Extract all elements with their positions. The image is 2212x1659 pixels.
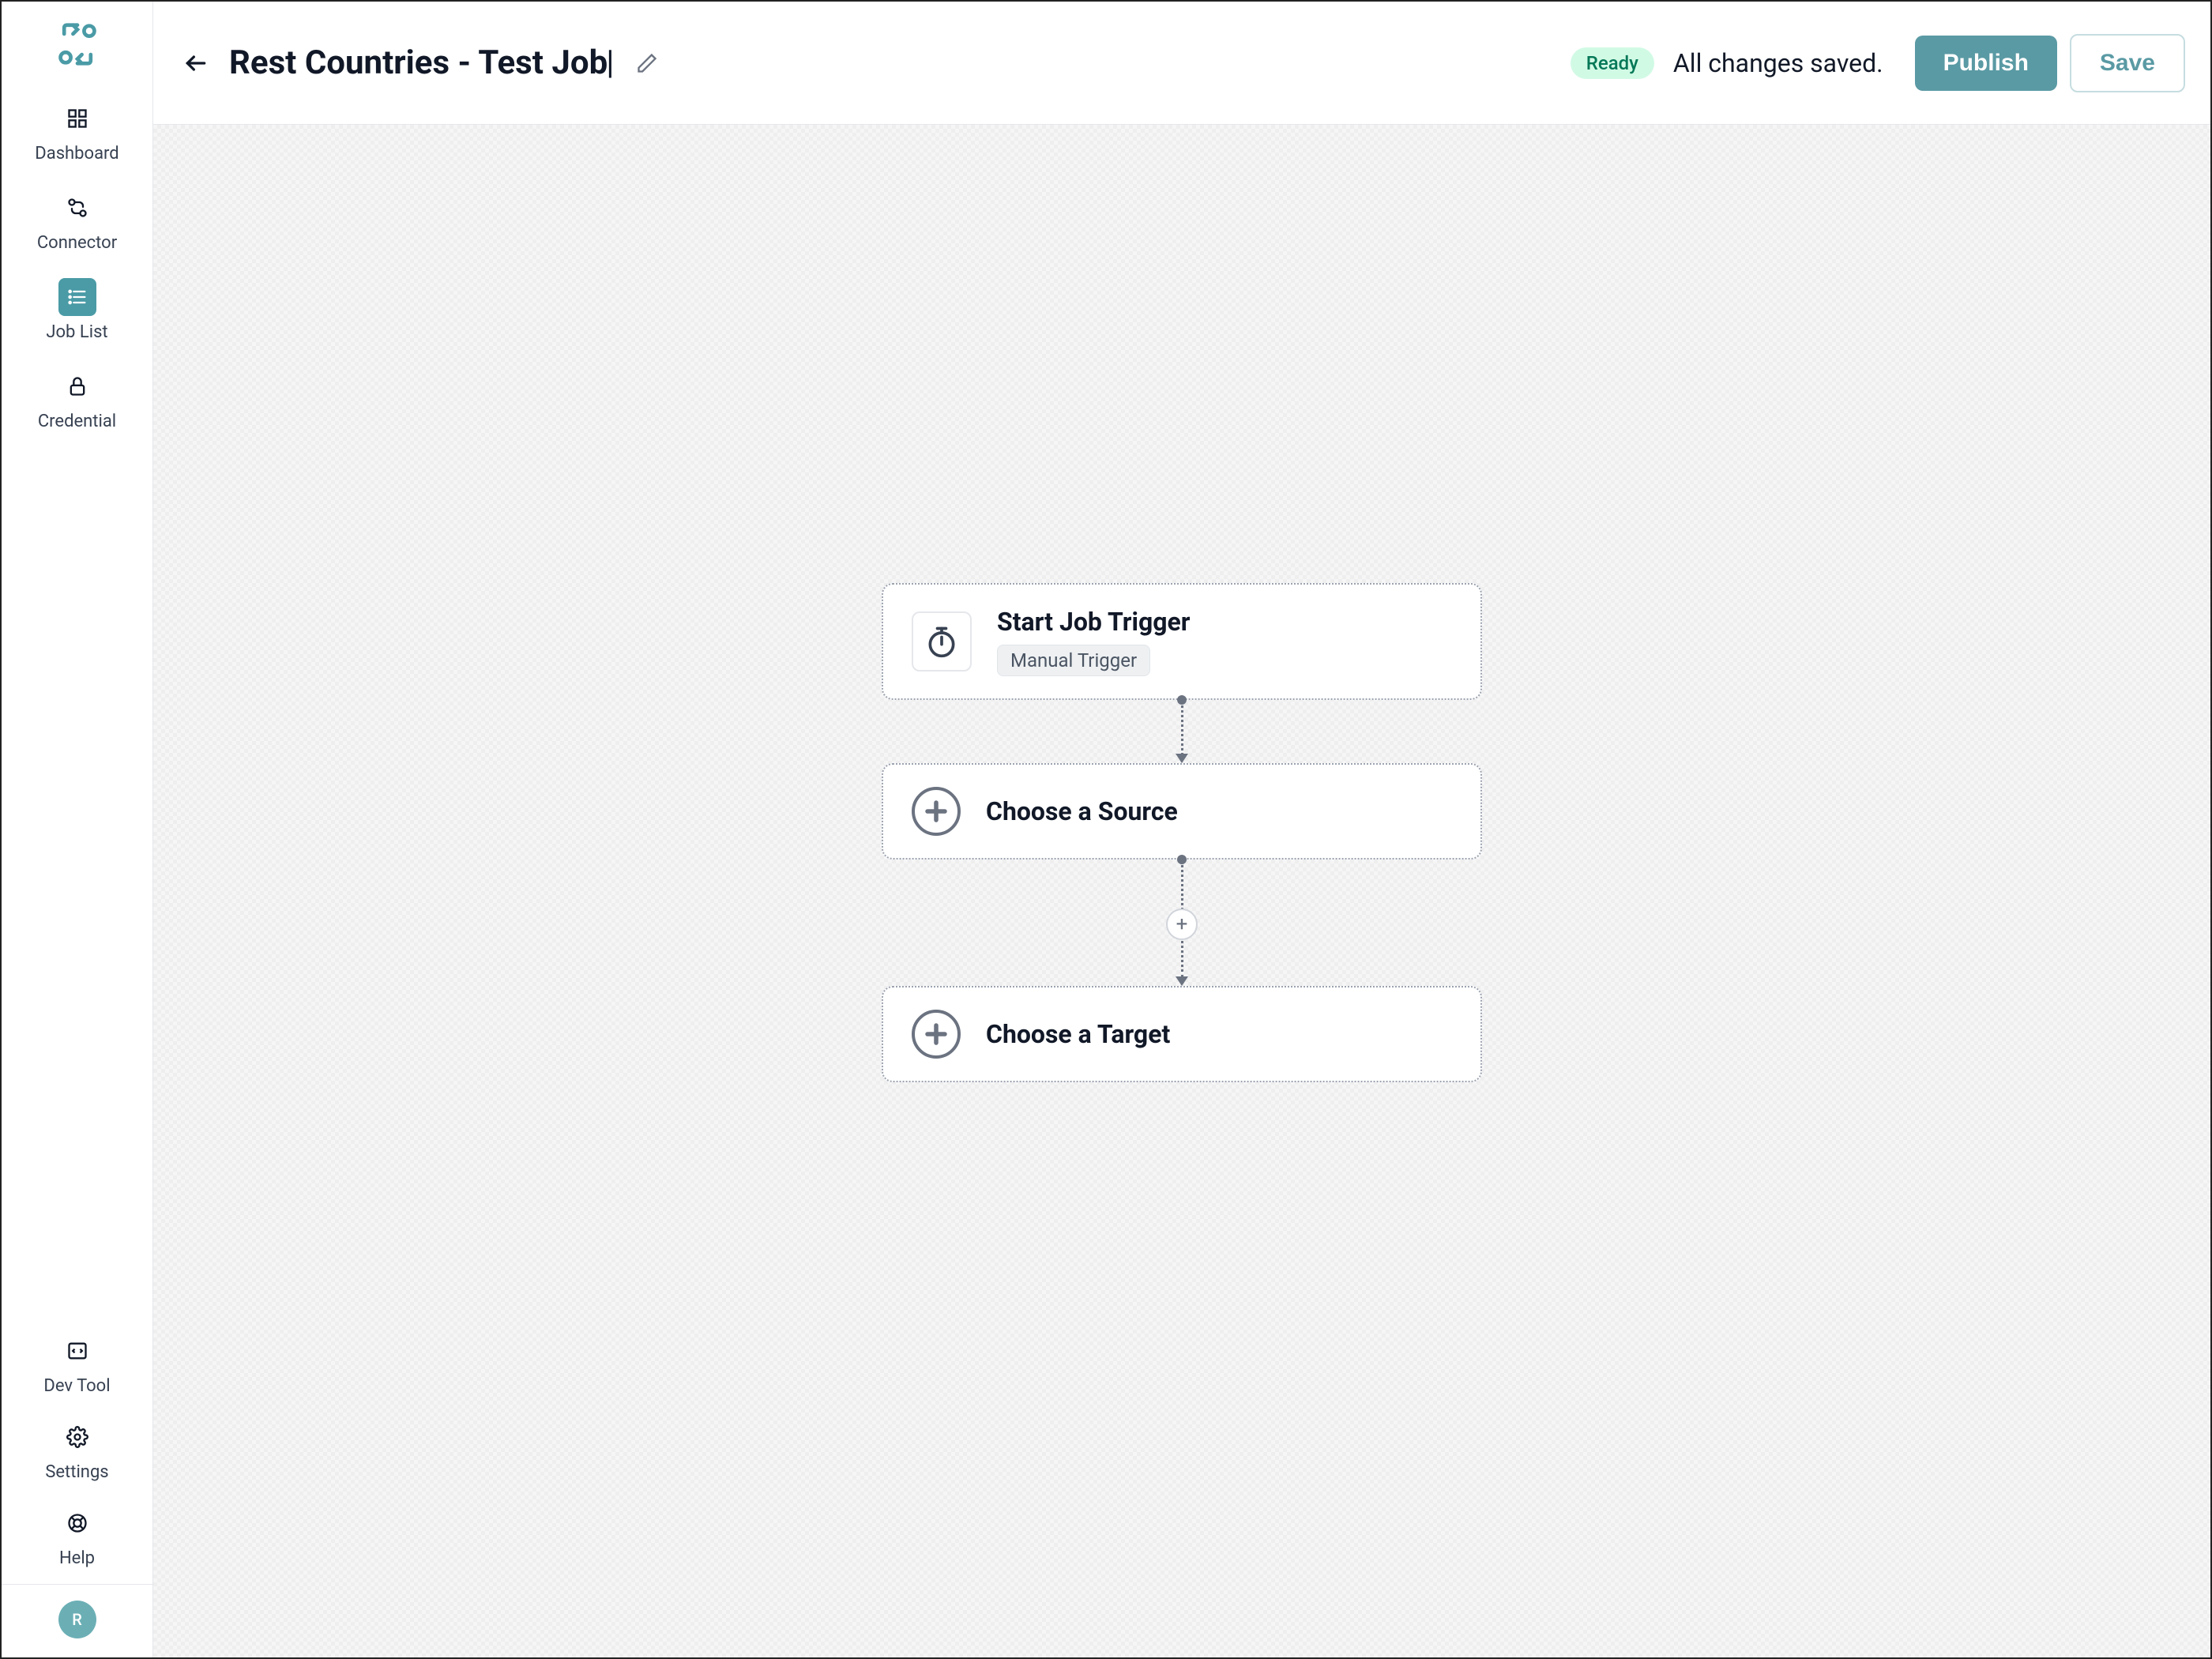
dashboard-icon xyxy=(58,100,96,137)
flow-node-target[interactable]: Choose a Target xyxy=(882,986,1482,1082)
node-tag: Manual Trigger xyxy=(997,645,1150,676)
sidebar-item-label: Connector xyxy=(37,233,117,253)
node-body: Choose a Source xyxy=(986,796,1178,826)
save-status: All changes saved. xyxy=(1673,48,1883,78)
sidebar-divider xyxy=(2,1584,152,1585)
sidebar-item-dashboard[interactable]: Dashboard xyxy=(2,100,152,164)
help-icon xyxy=(58,1504,96,1542)
nav-secondary: Dev Tool Settings Help xyxy=(2,1332,152,1568)
sidebar-item-settings[interactable]: Settings xyxy=(2,1418,152,1482)
sidebar-item-credential[interactable]: Credential xyxy=(2,367,152,431)
stopwatch-icon xyxy=(912,611,972,672)
sidebar-item-job-list[interactable]: Job List xyxy=(2,278,152,342)
sidebar: Dashboard Connector Job List xyxy=(2,2,153,1657)
sidebar-item-label: Help xyxy=(59,1548,95,1568)
edit-title-button[interactable] xyxy=(633,49,661,77)
plus-circle-icon xyxy=(912,787,961,836)
arrow-down-icon xyxy=(1176,754,1188,763)
title-cursor: | xyxy=(606,43,614,82)
sidebar-item-label: Job List xyxy=(46,322,107,342)
job-title-text: Rest Countries - Test Job xyxy=(229,43,608,82)
node-title: Start Job Trigger xyxy=(997,607,1191,637)
back-button[interactable] xyxy=(179,46,213,81)
sidebar-item-label: Credential xyxy=(38,412,116,431)
job-title[interactable]: Rest Countries - Test Job| xyxy=(229,43,614,82)
status-badge: Ready xyxy=(1571,47,1654,79)
arrow-left-icon xyxy=(183,51,209,76)
plus-circle-icon xyxy=(912,1010,961,1059)
sidebar-item-label: Settings xyxy=(45,1462,108,1482)
job-list-icon xyxy=(58,278,96,316)
node-title: Choose a Source xyxy=(986,796,1178,826)
publish-button[interactable]: Publish xyxy=(1915,36,2057,91)
sidebar-item-label: Dev Tool xyxy=(43,1376,110,1396)
sidebar-item-connector[interactable]: Connector xyxy=(2,189,152,253)
flow-connector xyxy=(1176,700,1188,763)
arrow-down-icon xyxy=(1176,976,1188,986)
flow-node-source[interactable]: Choose a Source xyxy=(882,763,1482,860)
sidebar-item-dev-tool[interactable]: Dev Tool xyxy=(2,1332,152,1396)
user-avatar[interactable]: R xyxy=(58,1601,96,1638)
app-logo xyxy=(54,21,101,68)
connector-dot-icon xyxy=(1177,855,1187,864)
topbar: Rest Countries - Test Job| Ready All cha… xyxy=(153,2,2210,125)
pencil-icon xyxy=(636,52,658,74)
sidebar-item-label: Dashboard xyxy=(35,144,118,164)
flow-node-trigger[interactable]: Start Job Trigger Manual Trigger xyxy=(882,583,1482,700)
sidebar-item-help[interactable]: Help xyxy=(2,1504,152,1568)
flow: Start Job Trigger Manual Trigger Choose … xyxy=(882,583,1482,1082)
lock-icon xyxy=(58,367,96,405)
gear-icon xyxy=(58,1418,96,1456)
nav-primary: Dashboard Connector Job List xyxy=(2,100,152,431)
connector-icon xyxy=(58,189,96,227)
save-button[interactable]: Save xyxy=(2070,34,2185,92)
main: Rest Countries - Test Job| Ready All cha… xyxy=(153,2,2210,1657)
connector-dot-icon xyxy=(1177,695,1187,705)
node-title: Choose a Target xyxy=(986,1019,1170,1049)
flow-canvas[interactable]: Start Job Trigger Manual Trigger Choose … xyxy=(153,125,2210,1657)
add-step-button[interactable]: + xyxy=(1166,908,1198,940)
dev-tool-icon xyxy=(58,1332,96,1370)
node-body: Choose a Target xyxy=(986,1019,1170,1049)
flow-connector: + xyxy=(1176,860,1188,986)
node-body: Start Job Trigger Manual Trigger xyxy=(997,607,1191,676)
